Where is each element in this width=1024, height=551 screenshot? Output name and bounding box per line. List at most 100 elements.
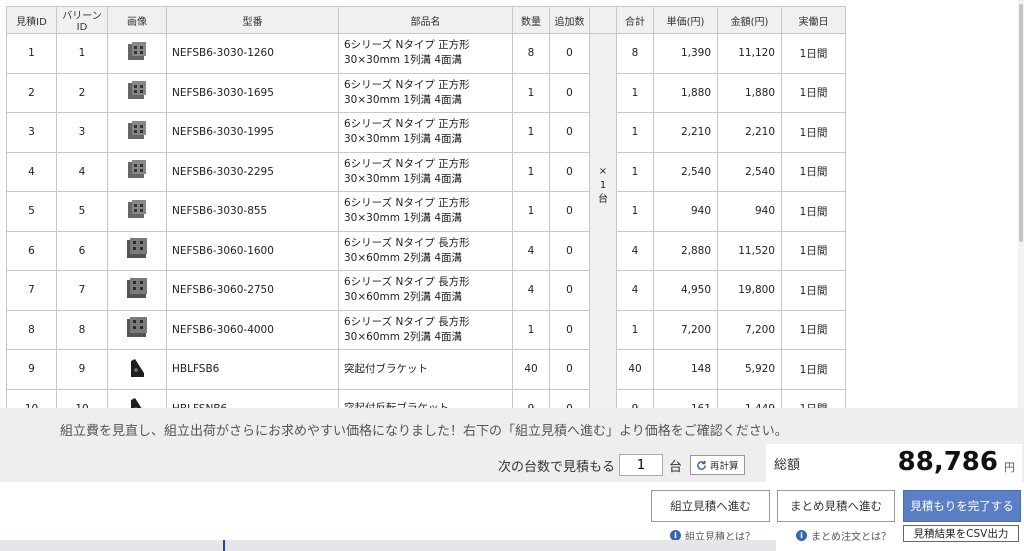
bulk-help-link[interactable]: i まとめ注文とは？ xyxy=(796,528,891,543)
cell-variation-id: 7 xyxy=(56,270,108,311)
page-scrollbar[interactable] xyxy=(1018,0,1024,408)
cell-part-name: 6シリーズ Nタイプ 正方形 30×30mm 1列溝 4面溝 xyxy=(338,151,513,192)
cell-part-name: 突起付反転ブラケット xyxy=(338,388,513,408)
cell-part-name: 6シリーズ Nタイプ 長方形 30×60mm 2列溝 4面溝 xyxy=(338,309,513,350)
table-row: 2 2 NEFSB6-3030-1695 6シリーズ Nタイプ 正方形 30×30mm … xyxy=(6,72,846,113)
header-multiplier-gap xyxy=(589,6,617,34)
cell-quote-id: 7 xyxy=(6,270,57,311)
bracket-icon xyxy=(124,394,150,408)
cell-amount: 940 xyxy=(717,191,782,232)
cell-part-name: 6シリーズ Nタイプ 正方形 30×30mm 1列溝 4面溝 xyxy=(338,72,513,113)
cell-add-qty: 0 xyxy=(549,349,590,390)
part-name-line1: 6シリーズ Nタイプ 長方形 xyxy=(344,276,470,289)
cell-qty: 1 xyxy=(512,72,550,113)
complete-quote-button[interactable]: 見積もりを完了する xyxy=(903,490,1021,522)
table-row: 5 5 NEFSB6-3030-855 6シリーズ Nタイプ 正方形 30×30mm 1… xyxy=(6,191,846,232)
unit-count-input[interactable] xyxy=(619,454,664,476)
aluminum-profile-square-icon xyxy=(124,39,150,65)
bulk-quote-button[interactable]: まとめ見積へ進む xyxy=(777,490,895,522)
cell-total: 1 xyxy=(616,112,654,153)
cell-total: 4 xyxy=(616,230,654,271)
cell-total: 1 xyxy=(616,72,654,113)
cell-model: HBLFSNB6 xyxy=(166,388,339,408)
csv-export-button[interactable]: 見積結果をCSV出力 xyxy=(903,525,1019,542)
cell-quote-id: 8 xyxy=(6,309,57,350)
cell-qty: 8 xyxy=(512,33,550,74)
header-quote-id: 見積ID xyxy=(6,6,57,34)
cell-image xyxy=(107,230,167,271)
cell-model: NEFSB6-3030-855 xyxy=(166,191,339,232)
recalc-unit-label: 台 xyxy=(669,459,683,475)
cell-unit-price: 1,390 xyxy=(653,33,718,74)
cell-working-days: 1日間 xyxy=(781,72,846,113)
table-row: 3 3 NEFSB6-3030-1995 6シリーズ Nタイプ 正方形 30×30mm … xyxy=(6,112,846,153)
assembly-quote-button[interactable]: 組立見積へ進む xyxy=(651,490,770,522)
cell-total: 8 xyxy=(616,33,654,74)
cell-unit-price: 940 xyxy=(653,191,718,232)
part-name-line1: 突起付ブラケット xyxy=(344,362,428,375)
cell-total: 1 xyxy=(616,191,654,232)
cell-amount: 11,120 xyxy=(717,33,782,74)
cell-model: NEFSB6-3030-2295 xyxy=(166,151,339,192)
multiplier-cell: × 1 台 xyxy=(589,33,617,408)
cell-add-qty: 0 xyxy=(549,270,590,311)
part-name-line1: 突起付反転ブラケット xyxy=(344,401,512,408)
cell-quote-id: 2 xyxy=(6,72,57,113)
aluminum-profile-square-icon xyxy=(124,197,150,223)
table-row: 6 6 NEFSB6-3060-1600 6シリーズ Nタイプ 長方形 30×60mm … xyxy=(6,230,846,271)
cell-part-name: 6シリーズ Nタイプ 正方形 30×30mm 1列溝 4面溝 xyxy=(338,191,513,232)
cell-qty: 4 xyxy=(512,270,550,311)
cell-working-days: 1日間 xyxy=(781,33,846,74)
cell-image xyxy=(107,33,167,74)
aluminum-profile-square-icon xyxy=(124,118,150,144)
cell-image xyxy=(107,309,167,350)
table-row: 8 8 NEFSB6-3060-4000 6シリーズ Nタイプ 長方形 30×60mm … xyxy=(6,309,846,350)
part-name-line2: 30×60mm 2列溝 4面溝 xyxy=(344,330,463,343)
cell-unit-price: 4,950 xyxy=(653,270,718,311)
aluminum-profile-rect-icon xyxy=(124,315,150,341)
cell-quote-id: 10 xyxy=(6,388,57,408)
cell-image xyxy=(107,151,167,192)
cell-working-days: 1日間 xyxy=(781,230,846,271)
cell-working-days: 1日間 xyxy=(781,112,846,153)
cell-part-name: 6シリーズ Nタイプ 長方形 30×60mm 2列溝 4面溝 xyxy=(338,270,513,311)
cell-model: NEFSB6-3030-1260 xyxy=(166,33,339,74)
part-name-line1: 6シリーズ Nタイプ 正方形 xyxy=(344,118,470,131)
cell-part-name: 6シリーズ Nタイプ 長方形 30×60mm 2列溝 4面溝 xyxy=(338,230,513,271)
multiplier-count: 1 xyxy=(599,180,607,191)
table-row: 9 9 HBLFSB6 突起付ブラケット 40 0 40 148 5,920 1日間 xyxy=(6,349,846,390)
cell-quote-id: 6 xyxy=(6,230,57,271)
cell-unit-price: 2,210 xyxy=(653,112,718,153)
recalc-prefix-label: 次の台数で見積もる xyxy=(498,459,616,475)
cell-total: 4 xyxy=(616,270,654,311)
table-header-row: 見積ID バリーンID 画像 型番 部品名 数量 追加数 合計 単価(円) 金額… xyxy=(6,6,846,34)
cell-amount: 19,800 xyxy=(717,270,782,311)
cell-qty: 4 xyxy=(512,230,550,271)
cell-total: 1 xyxy=(616,309,654,350)
cell-amount: 1,880 xyxy=(717,72,782,113)
recalc-button-label: 再計算 xyxy=(710,461,739,472)
cell-working-days: 1日間 xyxy=(781,151,846,192)
cell-add-qty: 0 xyxy=(549,151,590,192)
cell-amount: 11,520 xyxy=(717,230,782,271)
cell-model: HBLFSB6 xyxy=(166,349,339,390)
cell-image xyxy=(107,349,167,390)
cell-add-qty: 0 xyxy=(549,112,590,153)
bulk-help-label: まとめ注文とは？ xyxy=(811,532,891,543)
footer-strip xyxy=(0,540,776,551)
cell-quote-id: 9 xyxy=(6,349,57,390)
cell-quote-id: 4 xyxy=(6,151,57,192)
cell-amount: 2,210 xyxy=(717,112,782,153)
header-qty: 数量 xyxy=(512,6,550,34)
recalc-row: 次の台数で見積もる 台 再計算 xyxy=(498,453,745,477)
recalc-button[interactable]: 再計算 xyxy=(690,455,745,475)
total-box: 総額 88,786 円 xyxy=(766,444,1022,482)
cell-image xyxy=(107,388,167,408)
total-unit: 円 xyxy=(1004,461,1015,474)
header-amount: 金額(円) xyxy=(717,6,782,34)
info-icon: i xyxy=(796,530,807,541)
cell-variation-id: 3 xyxy=(56,112,108,153)
cell-part-name: 6シリーズ Nタイプ 正方形 30×30mm 1列溝 4面溝 xyxy=(338,112,513,153)
scrollbar-thumb[interactable] xyxy=(1019,4,1023,242)
cell-add-qty: 0 xyxy=(549,309,590,350)
